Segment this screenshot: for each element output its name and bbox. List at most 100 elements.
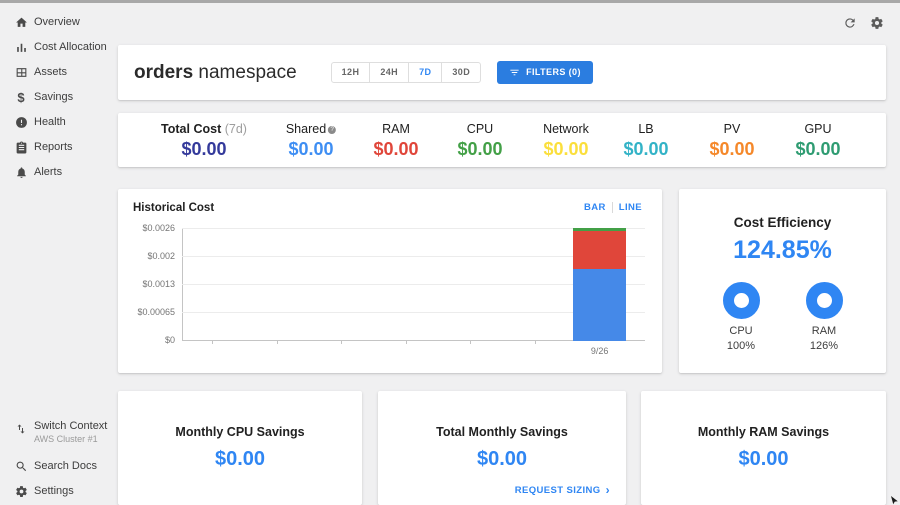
- sidebar-item-assets[interactable]: Assets: [0, 60, 112, 84]
- stat-value: $0.00: [457, 139, 502, 160]
- stat-cpu: CPU $0.00: [457, 113, 502, 167]
- page-title-name: orders: [134, 62, 193, 83]
- search-icon: [14, 459, 28, 473]
- home-icon: [14, 15, 28, 29]
- refresh-icon[interactable]: [842, 15, 857, 30]
- filters-button[interactable]: FILTERS (0): [497, 61, 593, 84]
- range-30d-button[interactable]: 30D: [441, 62, 481, 83]
- stat-value: $0.00: [623, 139, 668, 160]
- stat-value: $0.00: [373, 139, 418, 160]
- stat-shared: Shared? $0.00: [286, 113, 336, 167]
- sidebar-item-cost-allocation[interactable]: Cost Allocation: [0, 35, 112, 59]
- y-tick-label: $0.0013: [142, 279, 175, 289]
- range-12h-button[interactable]: 12H: [331, 62, 371, 83]
- error-circle-icon: [14, 115, 28, 129]
- stat-label: RAM: [373, 122, 418, 136]
- filters-button-label: FILTERS (0): [526, 66, 581, 79]
- sidebar-item-label: Health: [34, 116, 66, 128]
- filter-icon: [509, 67, 520, 78]
- page-header-card: orders namespace 12H 24H 7D 30D FILTERS …: [118, 45, 886, 100]
- sidebar-item-alerts[interactable]: Alerts: [0, 160, 112, 184]
- monthly-cpu-savings-card: Monthly CPU Savings $0.00: [118, 391, 362, 505]
- clipboard-icon: [14, 140, 28, 154]
- historical-cost-card: Historical Cost BAR LINE $0$0.00065$0.00…: [118, 189, 662, 373]
- swap-arrows-icon: [14, 422, 28, 436]
- sidebar-item-switch-context[interactable]: Switch Context AWS Cluster #1: [0, 418, 112, 450]
- page-title: orders namespace: [134, 62, 297, 84]
- topbar-actions: [842, 15, 884, 30]
- y-tick-label: $0: [165, 335, 175, 345]
- cpu-donut-label: CPU: [711, 324, 771, 339]
- request-sizing-link[interactable]: REQUEST SIZING ›: [515, 484, 610, 496]
- ram-donut-label: RAM: [794, 324, 854, 339]
- stat-label: Total Cost: [161, 122, 221, 136]
- sidebar-item-health[interactable]: Health: [0, 110, 112, 134]
- sidebar-item-overview[interactable]: Overview: [0, 10, 112, 34]
- savings-card-value: $0.00: [378, 448, 626, 471]
- cpu-efficiency: CPU 100%: [711, 282, 771, 354]
- sidebar-item-label: Cost Allocation: [34, 41, 107, 53]
- ram-efficiency: RAM 126%: [794, 282, 854, 354]
- cost-efficiency-value: 124.85%: [679, 236, 886, 265]
- gear-icon[interactable]: [869, 15, 884, 30]
- savings-card-title: Total Monthly Savings: [378, 425, 626, 439]
- ram-donut-ring: [806, 282, 843, 319]
- sidebar-item-search-docs[interactable]: Search Docs: [0, 454, 112, 478]
- x-tick: [535, 340, 536, 344]
- savings-card-value: $0.00: [118, 448, 362, 471]
- stat-label: PV: [709, 122, 754, 136]
- stat-label: Shared: [286, 122, 326, 136]
- request-sizing-label: REQUEST SIZING: [515, 485, 601, 496]
- x-tick-label: 9/26: [591, 346, 609, 356]
- stat-window-suffix: (7d): [221, 122, 247, 136]
- stat-value: $0.00: [709, 139, 754, 160]
- sidebar-item-settings[interactable]: Settings: [0, 479, 112, 503]
- stat-pv: PV $0.00: [709, 113, 754, 167]
- sidebar-item-label: Switch Context: [34, 420, 107, 432]
- stacked-bar-segment-other-cost[interactable]: [573, 228, 626, 231]
- sidebar-item-savings[interactable]: $ Savings: [0, 85, 112, 109]
- chart-type-toggle: BAR LINE: [578, 202, 648, 213]
- savings-card-title: Monthly CPU Savings: [118, 425, 362, 439]
- toggle-line-button[interactable]: LINE: [613, 202, 648, 213]
- y-tick-label: $0.00065: [137, 307, 175, 317]
- cost-efficiency-title: Cost Efficiency: [679, 215, 886, 230]
- total-monthly-savings-card: Total Monthly Savings $0.00 REQUEST SIZI…: [378, 391, 626, 505]
- stat-lb: LB $0.00: [623, 113, 668, 167]
- sidebar-item-label: Overview: [34, 16, 80, 28]
- stat-label: CPU: [457, 122, 502, 136]
- mouse-cursor: [891, 496, 900, 505]
- sidebar: Overview Cost Allocation Assets $ Saving…: [0, 3, 112, 505]
- x-tick: [406, 340, 407, 344]
- dollar-icon: $: [14, 90, 28, 104]
- sidebar-item-label: Alerts: [34, 166, 62, 178]
- sidebar-item-label: Assets: [34, 66, 67, 78]
- range-7d-button[interactable]: 7D: [408, 62, 442, 83]
- x-tick: [212, 340, 213, 344]
- sidebar-item-label: Search Docs: [34, 460, 97, 472]
- savings-card-title: Monthly RAM Savings: [641, 425, 886, 439]
- y-tick-label: $0.0026: [142, 223, 175, 233]
- toggle-bar-button[interactable]: BAR: [578, 202, 612, 213]
- ram-donut-value: 126%: [794, 339, 854, 354]
- monthly-ram-savings-card: Monthly RAM Savings $0.00: [641, 391, 886, 505]
- stat-total-cost: Total Cost (7d) $0.00: [161, 113, 247, 167]
- stat-value: $0.00: [161, 139, 247, 160]
- cpu-donut-ring: [723, 282, 760, 319]
- gear-icon: [14, 484, 28, 498]
- cpu-donut-value: 100%: [711, 339, 771, 354]
- stacked-bar-segment-cpu-cost[interactable]: [573, 269, 626, 341]
- savings-card-value: $0.00: [641, 448, 886, 471]
- bar-chart-icon: [14, 40, 28, 54]
- stat-label: Network: [543, 122, 589, 136]
- stat-label: GPU: [795, 122, 840, 136]
- stat-gpu: GPU $0.00: [795, 113, 840, 167]
- range-24h-button[interactable]: 24H: [369, 62, 409, 83]
- stacked-bar-segment-ram-cost[interactable]: [573, 231, 626, 269]
- historical-cost-plot[interactable]: $0$0.00065$0.0013$0.002$0.00269/26: [182, 228, 645, 340]
- stat-label: LB: [623, 122, 668, 136]
- cost-summary-card: Total Cost (7d) $0.00 Shared? $0.00 RAM …: [118, 113, 886, 167]
- time-range-group: 12H 24H 7D 30D: [331, 62, 481, 83]
- sidebar-item-reports[interactable]: Reports: [0, 135, 112, 159]
- info-icon[interactable]: ?: [328, 126, 336, 134]
